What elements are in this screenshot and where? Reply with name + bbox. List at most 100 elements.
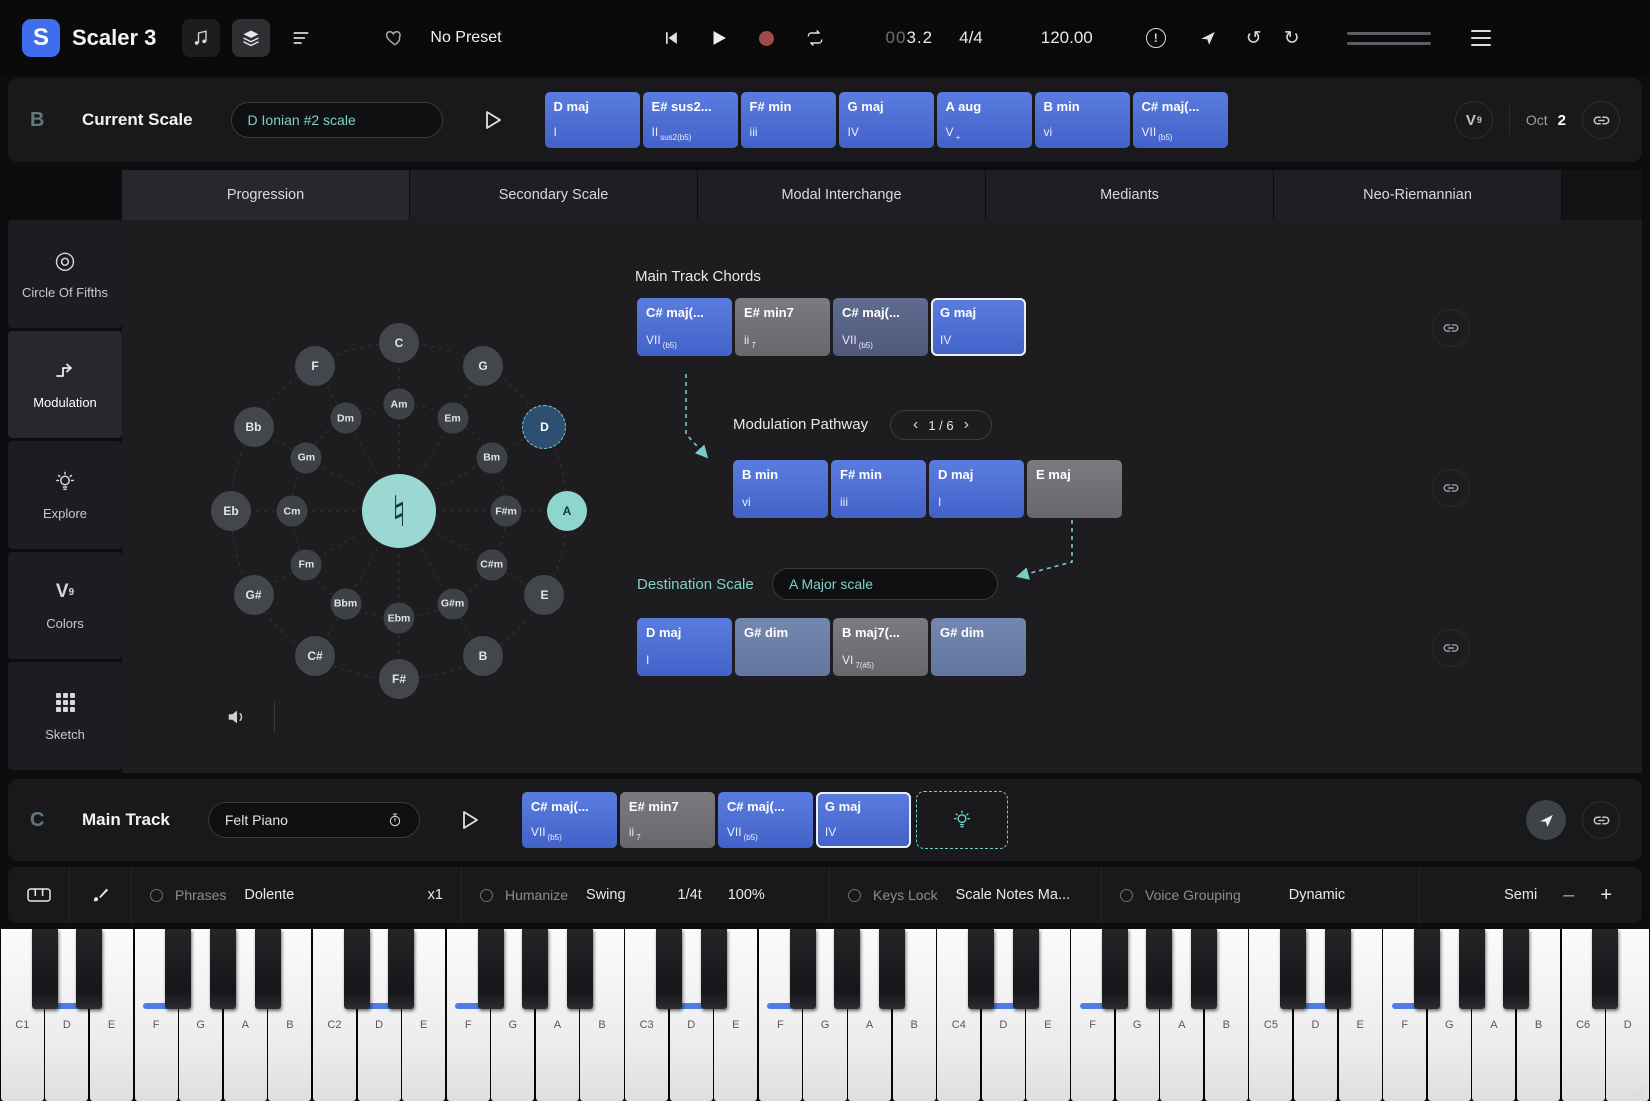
piano-black-key[interactable] — [1102, 929, 1128, 1009]
cof-node-E[interactable]: E — [524, 575, 564, 615]
piano-black-key[interactable] — [1592, 929, 1618, 1009]
cof-node-C#m[interactable]: C#m — [476, 549, 507, 580]
track-export-button[interactable] — [1526, 800, 1566, 840]
prev-page-button[interactable]: ‹ — [913, 417, 918, 433]
redo-button[interactable]: ↻ — [1273, 19, 1311, 57]
chord-pad-c#-maj-[interactable]: C# maj(...VII(b5) — [637, 298, 732, 356]
piano-black-key[interactable] — [32, 929, 58, 1009]
cof-node-Bbm[interactable]: Bbm — [330, 588, 361, 619]
cof-node-Eb[interactable]: Eb — [211, 491, 251, 531]
layers-button[interactable] — [232, 19, 270, 57]
piano-black-key[interactable] — [567, 929, 593, 1009]
link-destination-button[interactable] — [1432, 629, 1470, 667]
chord-pad-e-maj[interactable]: E maj — [1027, 460, 1122, 518]
preset-name[interactable]: No Preset — [430, 29, 501, 47]
time-signature[interactable]: 4/4 — [959, 28, 983, 48]
link-main-chords-button[interactable] — [1432, 309, 1470, 347]
chord-pad-a-aug[interactable]: A augV+ — [937, 92, 1032, 148]
semi-increment-button[interactable]: + — [1600, 884, 1612, 907]
phrases-value[interactable]: Dolente — [244, 887, 294, 903]
piano-black-key[interactable] — [1280, 929, 1306, 1009]
piano-black-key[interactable] — [701, 929, 727, 1009]
tab-mediants[interactable]: Mediants — [986, 170, 1273, 220]
piano-black-key[interactable] — [1013, 929, 1039, 1009]
piano-black-key[interactable] — [656, 929, 682, 1009]
chord-pad-d-maj[interactable]: D majI — [929, 460, 1024, 518]
piano-black-key[interactable] — [165, 929, 191, 1009]
humanize-rate[interactable]: 1/4t — [678, 887, 702, 903]
sidebar-item-explore[interactable]: Explore — [8, 441, 122, 549]
cof-node-Bm[interactable]: Bm — [476, 442, 507, 473]
chord-pad-f#-min[interactable]: F# miniii — [831, 460, 926, 518]
cof-node-G[interactable]: G — [463, 346, 503, 386]
piano-black-key[interactable] — [522, 929, 548, 1009]
piano-black-key[interactable] — [1325, 929, 1351, 1009]
cof-node-F#m[interactable]: F#m — [491, 496, 522, 527]
chord-pad-b-maj7-[interactable]: B maj7(...VI7(#5) — [833, 618, 928, 676]
chord-pad-e#-min7[interactable]: E# min7ii7 — [735, 298, 830, 356]
cof-node-G#m[interactable]: G#m — [437, 588, 468, 619]
humanize-radio[interactable] — [480, 889, 493, 902]
chord-pad-c#-maj-[interactable]: C# maj(...VII(b5) — [522, 792, 617, 848]
piano-black-key[interactable] — [1459, 929, 1485, 1009]
next-page-button[interactable]: › — [964, 417, 969, 433]
share-button[interactable] — [1189, 19, 1227, 57]
list-view-button[interactable] — [282, 19, 320, 57]
play-track-button[interactable] — [458, 808, 482, 832]
instrument-select[interactable]: Felt Piano — [208, 802, 420, 838]
mini-keyboard-button[interactable] — [8, 867, 70, 923]
tab-progression[interactable]: Progression — [122, 170, 409, 220]
favorite-button[interactable] — [376, 19, 414, 57]
articulation-button[interactable] — [70, 867, 132, 923]
resize-grip[interactable] — [1631, 1082, 1647, 1098]
link-pathway-button[interactable] — [1432, 469, 1470, 507]
chord-pad-g-maj[interactable]: G majIV — [816, 792, 911, 848]
cof-node-A[interactable]: A — [547, 491, 587, 531]
cof-node-F[interactable]: F — [295, 346, 335, 386]
piano-black-key[interactable] — [344, 929, 370, 1009]
chord-pad-c#-maj-[interactable]: C# maj(...VII(b5) — [718, 792, 813, 848]
voice-grouping-value[interactable]: Dynamic — [1289, 887, 1345, 903]
chord-pad-c#-maj-[interactable]: C# maj(...VII(b5) — [833, 298, 928, 356]
sidebar-item-sketch[interactable]: Sketch — [8, 662, 122, 770]
cof-node-G#[interactable]: G# — [234, 575, 274, 615]
menu-button[interactable] — [1471, 28, 1491, 49]
semi-decrement-button[interactable]: – — [1563, 884, 1574, 907]
piano-black-key[interactable] — [968, 929, 994, 1009]
piano-black-key[interactable] — [790, 929, 816, 1009]
cof-node-D[interactable]: D — [522, 405, 566, 449]
chord-pad-e#-min7[interactable]: E# min7ii7 — [620, 792, 715, 848]
phrases-radio[interactable] — [150, 889, 163, 902]
piano-black-key[interactable] — [210, 929, 236, 1009]
piano-black-key[interactable] — [76, 929, 102, 1009]
alert-button[interactable]: ! — [1137, 19, 1175, 57]
chord-pad-d-maj[interactable]: D majI — [637, 618, 732, 676]
chord-pad-g-maj[interactable]: G majIV — [839, 92, 934, 148]
cof-center-natural[interactable]: ♮ — [362, 474, 436, 548]
keys-lock-value[interactable]: Scale Notes Ma... — [956, 887, 1070, 903]
cof-node-C#[interactable]: C# — [295, 636, 335, 676]
cof-node-Dm[interactable]: Dm — [330, 403, 361, 434]
loop-button[interactable] — [796, 19, 834, 57]
humanize-amount[interactable]: 100% — [728, 887, 765, 903]
sidebar-item-colors[interactable]: V9 Colors — [8, 552, 122, 660]
scale-link-button[interactable] — [1582, 101, 1620, 139]
octave-value[interactable]: 2 — [1558, 112, 1566, 129]
undo-button[interactable]: ↺ — [1235, 19, 1273, 57]
fader-icon[interactable] — [1347, 28, 1431, 48]
cof-node-C[interactable]: C — [379, 323, 419, 363]
chord-pad-g#-dim[interactable]: G# dim — [931, 618, 1026, 676]
chord-pad-b-min[interactable]: B minvi — [733, 460, 828, 518]
tab-neo-riemannian[interactable]: Neo-Riemannian — [1274, 170, 1561, 220]
track-link-button[interactable] — [1582, 801, 1620, 839]
volume-icon[interactable] — [226, 706, 248, 728]
cof-node-Gm[interactable]: Gm — [291, 442, 322, 473]
volume-divider[interactable] — [274, 702, 275, 732]
cof-node-Cm[interactable]: Cm — [277, 496, 308, 527]
tab-secondary-scale[interactable]: Secondary Scale — [410, 170, 697, 220]
chord-pad-b-min[interactable]: B minvi — [1035, 92, 1130, 148]
bpm-display[interactable]: 120.00 — [1041, 28, 1093, 48]
cof-node-Em[interactable]: Em — [437, 403, 468, 434]
sidebar-item-modulation[interactable]: Modulation — [8, 331, 122, 439]
cof-node-F#[interactable]: F# — [379, 659, 419, 699]
